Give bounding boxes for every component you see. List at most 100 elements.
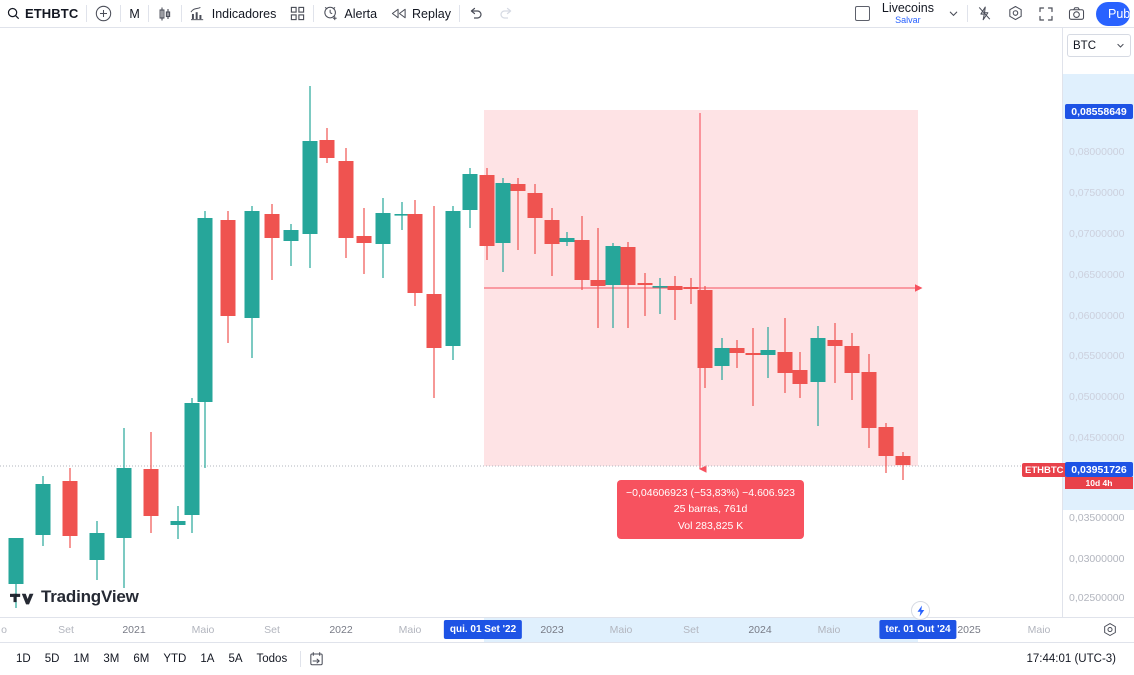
candlestick-plot [0, 86, 1062, 608]
price-tick-label: 0,08000000 [1069, 146, 1125, 158]
chevron-down-icon [1116, 41, 1125, 50]
time-tick-label: Set [58, 624, 74, 636]
crosshair-gear-icon [1102, 622, 1118, 638]
time-tick-label: Set [683, 624, 699, 636]
range-button-6m[interactable]: 6M [127, 650, 155, 668]
candle-body [462, 174, 478, 210]
time-tick-label: 2023 [540, 624, 564, 636]
undo-arrow-icon [468, 7, 484, 21]
layout-name-label: Livecoins [881, 0, 934, 15]
candle-body [697, 290, 713, 368]
redo-arrow-icon [498, 7, 514, 21]
price-tick-label: 0,06500000 [1069, 269, 1125, 281]
current-price-badge: 0,03951726 [1065, 462, 1133, 477]
quick-search-button[interactable] [969, 2, 1000, 26]
candle-body [878, 427, 894, 456]
candle-body [220, 220, 236, 316]
range-button-1d[interactable]: 1D [10, 650, 37, 668]
select-all-checkbox[interactable] [848, 2, 877, 26]
alert-button[interactable]: Alerta [315, 2, 384, 26]
timeframe-button[interactable]: M [122, 2, 146, 26]
session-lightning-badge[interactable] [911, 601, 930, 620]
layout-menu-button[interactable] [941, 2, 966, 26]
candle-body [197, 218, 213, 402]
time-marker-badge: qui. 01 Set '22 [443, 620, 523, 639]
candlestick-icon [157, 6, 173, 22]
toolbar-divider [147, 5, 149, 22]
range-button-1a[interactable]: 1A [194, 650, 220, 668]
top-price-badge: 0,08558649 [1065, 104, 1133, 119]
candle-body [844, 346, 860, 373]
time-tick-label: 2025 [957, 624, 981, 636]
price-tick-label: 0,02500000 [1069, 592, 1125, 604]
snapshot-button[interactable] [1061, 2, 1092, 26]
candle-body [89, 533, 105, 560]
add-symbol-button[interactable] [88, 2, 119, 26]
candle-body [35, 484, 51, 535]
time-tick-label: 2022 [329, 624, 353, 636]
candle-body [407, 214, 423, 293]
replay-button[interactable]: Replay [384, 2, 458, 26]
candle-body [760, 350, 776, 355]
indicators-button[interactable]: Indicadores [183, 2, 284, 26]
layout-name-button[interactable]: Livecoins Salvar [877, 1, 939, 27]
publish-button[interactable]: Pub [1096, 1, 1130, 26]
indicators-chart-icon [190, 6, 207, 21]
range-button-5a[interactable]: 5A [222, 650, 248, 668]
layout-button[interactable] [283, 2, 312, 26]
chart-pane[interactable]: −0,04606923 (−53,83%) −4.606.923 25 barr… [0, 28, 1062, 617]
price-scale[interactable]: BTC 0,08558649 0,08000000 0,07500000 0,070… [1022, 28, 1134, 640]
goto-date-button[interactable] [308, 651, 325, 668]
range-button-ytd[interactable]: YTD [157, 650, 192, 668]
chart-settings-button[interactable] [1000, 2, 1031, 26]
candle-body [559, 238, 575, 242]
indicators-label: Indicadores [211, 6, 277, 21]
symbol-search-button[interactable]: ETHBTC [0, 2, 85, 26]
time-scale[interactable]: o Set 2021 Maio Set 2022 Maio 2023 Maio Set 2024 Ma… [0, 617, 1134, 642]
candle-body [143, 469, 159, 516]
measurement-volume: Vol 283,825 K [677, 519, 744, 532]
time-tick-label: Maio [191, 624, 215, 636]
toolbar-divider [180, 5, 182, 22]
candle-body [479, 175, 495, 246]
time-scale-settings-button[interactable] [1102, 622, 1118, 643]
candle-body [375, 213, 391, 244]
price-scale-selection [1063, 74, 1134, 510]
price-tick-label: 0,07500000 [1069, 187, 1125, 199]
time-tick-label: Maio [1027, 624, 1051, 636]
candle-body [714, 348, 730, 366]
price-tick-label: 0,05500000 [1069, 350, 1125, 362]
candle-body [8, 538, 24, 584]
candle-body [394, 214, 410, 216]
measurement-tooltip: −0,04606923 (−53,83%) −4.606.923 25 barr… [617, 480, 805, 539]
gear-hex-icon [1007, 5, 1024, 22]
bottom-bar-divider [300, 651, 302, 667]
candle-body [527, 193, 543, 218]
candle-body [652, 286, 668, 288]
fullscreen-button[interactable] [1031, 2, 1061, 26]
chart-type-button[interactable] [150, 2, 180, 26]
range-button-group: 1D 5D 1M 3M 6M YTD 1A 5A Todos [10, 650, 293, 668]
measurement-bars: 25 barras, 761d [673, 503, 748, 516]
candle-body [426, 294, 442, 348]
toolbar-divider [313, 5, 315, 22]
clock-label: 17:44:01 (UTC-3) [1026, 653, 1116, 665]
candle-body [605, 246, 621, 285]
rewind-icon [391, 7, 407, 20]
range-button-3m[interactable]: 3M [97, 650, 125, 668]
candle-body [745, 353, 761, 355]
candle-body [445, 211, 461, 346]
quote-currency-label: BTC [1073, 39, 1096, 52]
undo-button[interactable] [461, 2, 491, 26]
range-button-1m[interactable]: 1M [67, 650, 95, 668]
time-tick-label: Maio [609, 624, 633, 636]
price-tick-label: 0,03000000 [1069, 553, 1125, 565]
range-button-todos[interactable]: Todos [251, 650, 294, 668]
layout-save-label: Salvar [895, 14, 921, 25]
redo-button[interactable] [491, 2, 521, 26]
candle-body [861, 372, 877, 428]
layout-grid-icon [290, 6, 305, 21]
quote-currency-select[interactable]: BTC [1067, 34, 1131, 57]
candle-body [895, 456, 911, 465]
range-button-5d[interactable]: 5D [39, 650, 66, 668]
